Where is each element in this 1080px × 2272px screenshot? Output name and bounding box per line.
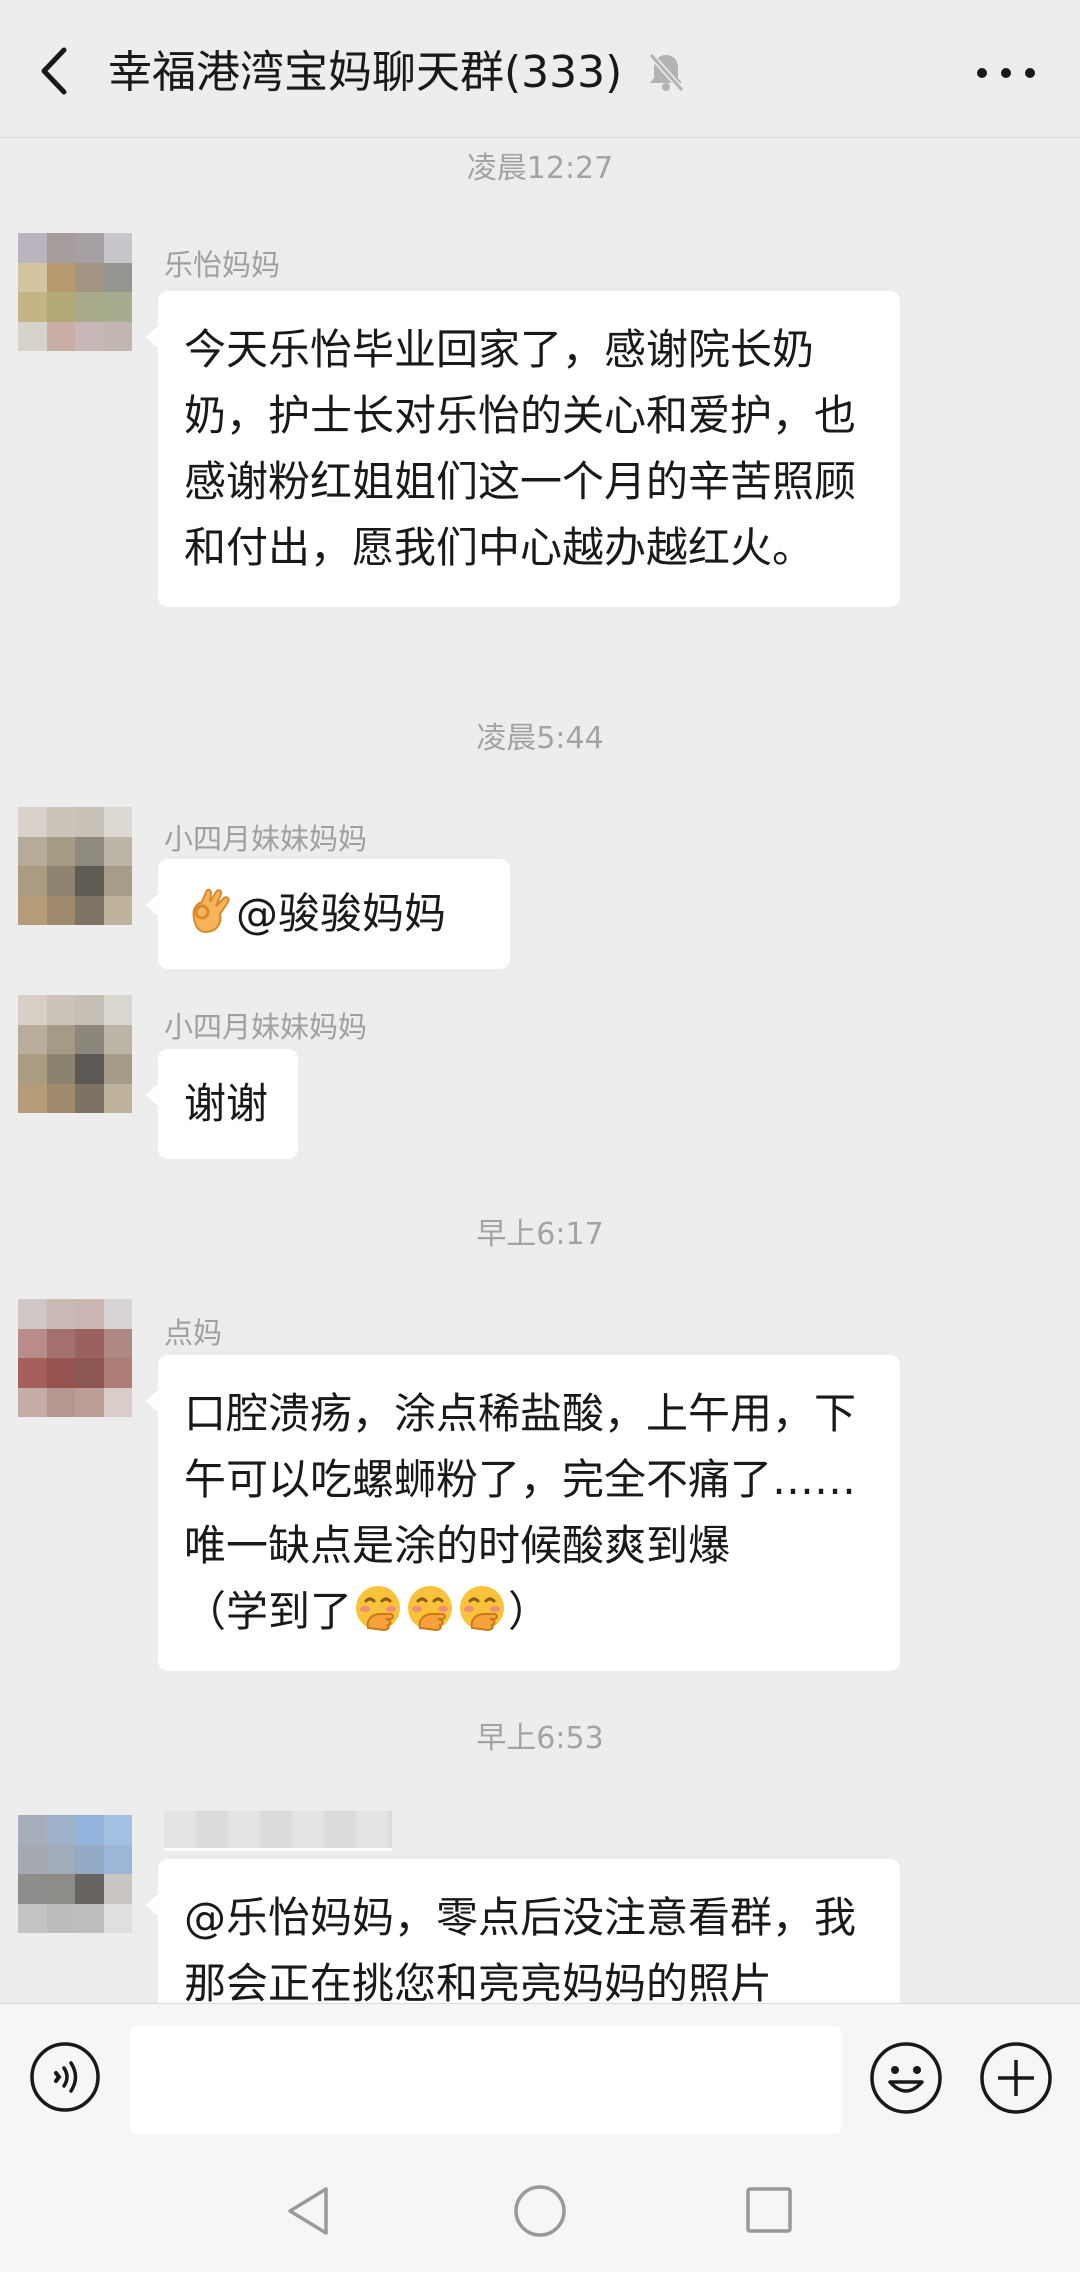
timestamp: 早上6:53 <box>476 1721 604 1756</box>
message-text: 今天乐怡毕业回家了，感谢院长奶奶，护士长对乐怡的关心和爱护，也感谢粉红姐姐们这一… <box>184 325 857 572</box>
sender-name-redacted <box>164 1811 392 1851</box>
message-text-tail: （学到了 <box>184 1587 353 1636</box>
emoji-button[interactable] <box>868 2040 944 2116</box>
hand-over-mouth-emoji <box>460 1586 505 1632</box>
plus-circle-icon <box>980 2042 1052 2114</box>
sender-name: 点妈 <box>164 1316 223 1350</box>
voice-input-button[interactable] <box>28 2040 102 2114</box>
message-bubble[interactable]: 口腔溃疡，涂点稀盐酸，上午用，下午可以吃螺蛳粉了，完全不痛了……唯一缺点是涂的时… <box>146 1355 900 1671</box>
avatar[interactable] <box>18 807 132 925</box>
circle-home-icon <box>514 2185 566 2237</box>
sender-name: 小四月妹妹妈妈 <box>164 822 368 856</box>
avatar[interactable] <box>18 1815 132 1933</box>
group-title: 幸福港湾宝妈聊天群(333) <box>108 47 623 98</box>
back-button[interactable] <box>26 36 86 106</box>
nav-home-button[interactable] <box>512 2183 568 2239</box>
message-text-tail-close: ） <box>508 1587 551 1636</box>
message-bubble[interactable]: @骏骏妈妈 <box>146 859 510 969</box>
nav-back-button[interactable] <box>282 2183 334 2239</box>
hand-over-mouth-emoji <box>408 1586 453 1632</box>
message-bubble[interactable]: 今天乐怡毕业回家了，感谢院长奶奶，护士长对乐怡的关心和爱护，也感谢粉红姐姐们这一… <box>146 291 900 607</box>
hand-over-mouth-emoji <box>356 1586 401 1632</box>
smiley-icon <box>870 2042 942 2114</box>
message-text: @骏骏妈妈 <box>236 889 447 938</box>
timestamp: 凌晨5:44 <box>476 721 604 756</box>
message-bubble[interactable]: @乐怡妈妈，零点后没注意看群，我那会正在挑您和亮亮妈妈的照片 <box>146 1859 900 2003</box>
nav-recent-apps-button[interactable] <box>744 2185 794 2235</box>
avatar[interactable] <box>18 995 132 1113</box>
sender-name: 小四月妹妹妈妈 <box>164 1010 368 1044</box>
avatar[interactable] <box>18 233 132 351</box>
triangle-back-icon <box>288 2187 328 2235</box>
mute-bell-icon <box>646 50 686 94</box>
message-bubble[interactable]: 谢谢 <box>146 1049 298 1159</box>
more-options-button[interactable] <box>966 48 1046 98</box>
ok-hand-emoji <box>192 888 230 934</box>
message-text: 谢谢 <box>184 1079 269 1128</box>
timestamp: 凌晨12:27 <box>466 151 614 186</box>
avatar[interactable] <box>18 1299 132 1417</box>
message-text: @乐怡妈妈，零点后没注意看群，我那会正在挑您和亮亮妈妈的照片 <box>184 1893 857 2003</box>
message-text: 口腔溃疡，涂点稀盐酸，上午用，下午可以吃螺蛳粉了，完全不痛了……唯一缺点是涂的时… <box>184 1389 857 1570</box>
chat-header: 幸福港湾宝妈聊天群(333) <box>0 0 1080 138</box>
more-functions-button[interactable] <box>978 2040 1054 2116</box>
timestamp: 早上6:17 <box>476 1217 604 1252</box>
chat-message-list[interactable]: 凌晨12:27 乐怡妈妈 今天乐怡毕业回家了，感谢院长奶奶，护士长对乐怡的关心和… <box>0 139 1080 2003</box>
back-arrow-icon <box>41 47 67 95</box>
more-icon <box>977 68 1035 78</box>
square-recents-icon <box>746 2187 792 2233</box>
message-input[interactable] <box>130 2026 842 2134</box>
sender-name: 乐怡妈妈 <box>164 248 281 282</box>
system-navigation-bar <box>0 2145 1080 2272</box>
message-input-bar <box>0 2003 1080 2145</box>
voice-icon <box>30 2042 100 2112</box>
